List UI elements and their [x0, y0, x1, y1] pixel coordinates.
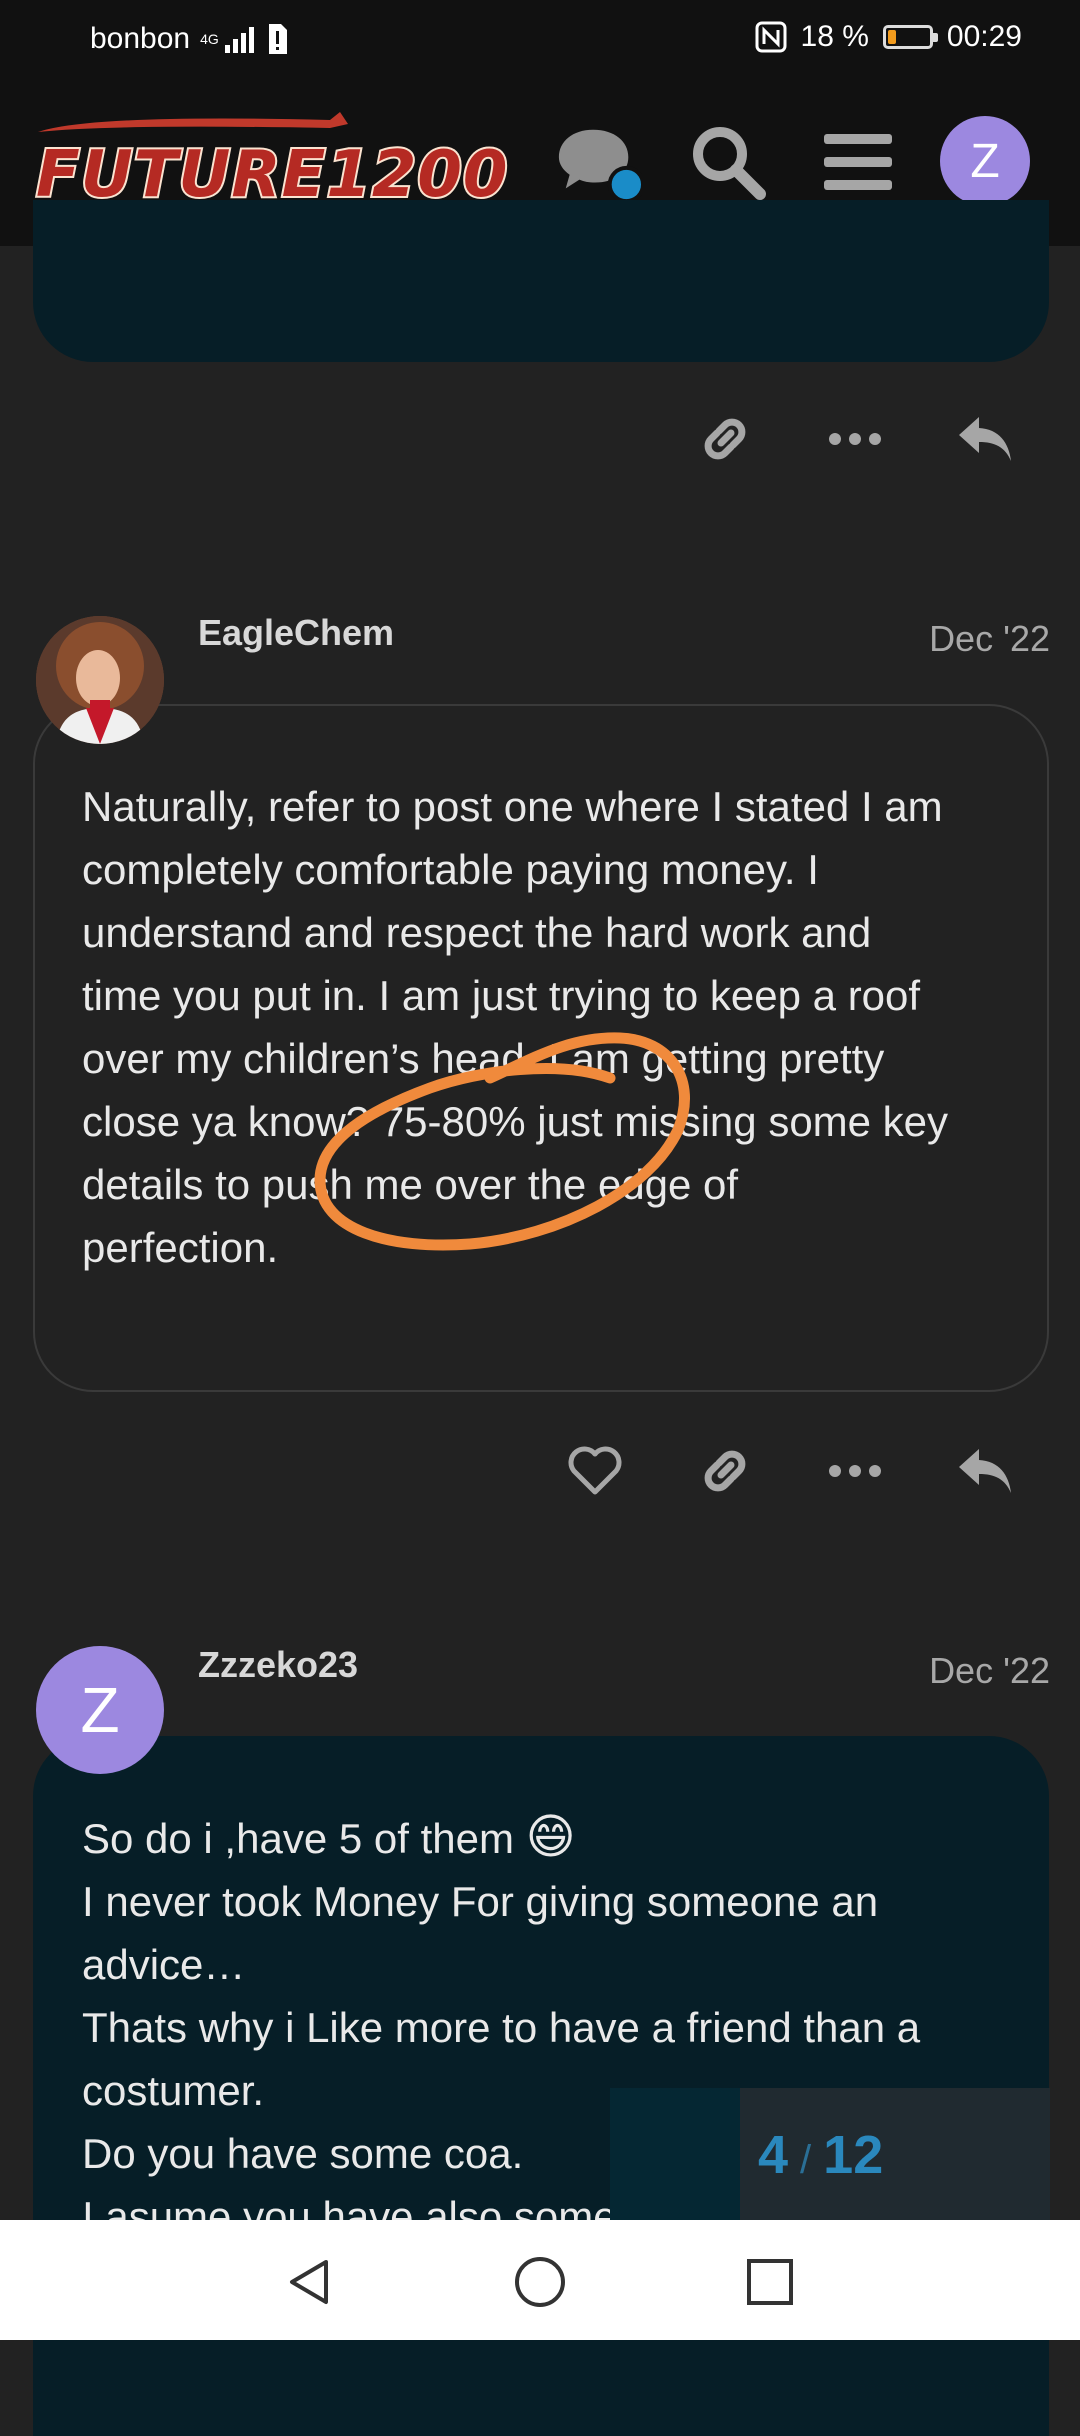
clock: 00:29 — [946, 20, 1022, 53]
previous-post-bubble — [33, 200, 1049, 362]
chat-button[interactable] — [554, 118, 642, 206]
nfc-icon — [755, 21, 787, 53]
search-icon — [693, 127, 766, 200]
ellipsis-icon — [829, 1465, 881, 1477]
carrier-name: bonbon — [90, 22, 191, 55]
site-logo[interactable]: FUTURE1200 — [30, 110, 520, 210]
search-button[interactable] — [684, 118, 772, 206]
progress-separator: / — [800, 2138, 812, 2182]
text-line: understand and respect the hard work and — [82, 909, 872, 956]
battery-percent: 18 % — [800, 20, 869, 53]
topic-progress[interactable]: 4/12 — [610, 2088, 1050, 2220]
progress-total: 12 — [823, 2125, 884, 2185]
reply-button[interactable] — [950, 404, 1020, 474]
grinning-emoji: 😄 — [525, 1811, 576, 1864]
chat-icon — [558, 129, 642, 204]
post-username[interactable]: EagleChem — [198, 612, 394, 654]
menu-icon — [824, 134, 892, 190]
reply-icon — [959, 417, 1011, 461]
previous-post-actions — [690, 404, 1030, 474]
status-left: bonbon 4G — [90, 22, 287, 56]
recents-icon[interactable] — [742, 2254, 798, 2310]
avatar[interactable]: Z — [36, 1646, 164, 1774]
avatar[interactable] — [36, 616, 164, 744]
text-line: advice… — [82, 1941, 246, 1988]
text-line: Naturally, refer to post one where I sta… — [82, 783, 943, 830]
signal-icon — [224, 27, 254, 53]
text-line: completely comfortable paying money. I — [82, 846, 819, 893]
reply-button[interactable] — [950, 1436, 1020, 1506]
status-bar: bonbon 4G 18 % 00:29 — [0, 0, 1080, 80]
copy-link-button[interactable] — [690, 404, 760, 474]
more-options-button[interactable] — [820, 404, 890, 474]
network-type: 4G — [200, 31, 219, 47]
link-icon — [704, 1450, 746, 1492]
progress-current: 4 — [758, 2125, 789, 2185]
sim-alert-icon — [268, 24, 287, 54]
text-line: So do i ,have 5 of them 😄 — [82, 1811, 576, 1864]
text-line: Thats why i Like more to have a friend t… — [82, 2004, 921, 2051]
more-options-button[interactable] — [820, 1436, 890, 1506]
text-line: time you put in. I am just trying to kee… — [82, 972, 921, 1019]
reply-icon — [959, 1449, 1011, 1493]
post-date[interactable]: Dec '22 — [929, 1650, 1050, 1692]
progress-counter: 4/12 — [758, 2124, 883, 2186]
post-username[interactable]: Zzzeko23 — [198, 1644, 358, 1686]
heart-icon — [568, 1446, 622, 1495]
status-right: 18 % 00:29 — [755, 20, 1022, 54]
battery-icon — [882, 25, 938, 49]
back-icon[interactable] — [282, 2254, 338, 2310]
home-icon[interactable] — [512, 2254, 568, 2310]
text-line: I never took Money For giving someone an — [82, 1878, 879, 1925]
annotation-scribble — [314, 1032, 690, 1251]
system-nav-bar — [0, 2220, 1080, 2340]
user-photo — [36, 616, 164, 744]
post-actions — [560, 1436, 1030, 1506]
like-button[interactable] — [560, 1436, 630, 1506]
copy-link-button[interactable] — [690, 1436, 760, 1506]
post-date[interactable]: Dec '22 — [929, 618, 1050, 660]
ellipsis-icon — [829, 433, 881, 445]
user-avatar-button[interactable]: Z — [940, 116, 1030, 206]
link-icon — [704, 418, 746, 460]
menu-button[interactable] — [814, 118, 902, 206]
